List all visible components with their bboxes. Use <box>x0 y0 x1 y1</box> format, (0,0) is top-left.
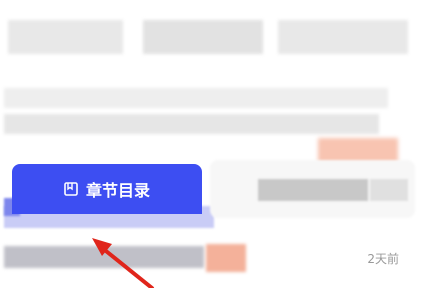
blurred-meta-highlight <box>206 244 246 272</box>
book-detail-page: 章节目录 2天前 <box>0 0 421 288</box>
blurred-meta <box>4 242 204 272</box>
update-time: 2天前 <box>367 252 399 266</box>
chapter-catalog-label: 章节目录 <box>85 181 150 200</box>
blurred-description <box>4 88 388 140</box>
book-icon <box>64 182 78 196</box>
blurred-card[interactable] <box>210 160 415 218</box>
chapter-catalog-button[interactable]: 章节目录 <box>12 164 202 214</box>
blurred-title <box>8 14 413 62</box>
